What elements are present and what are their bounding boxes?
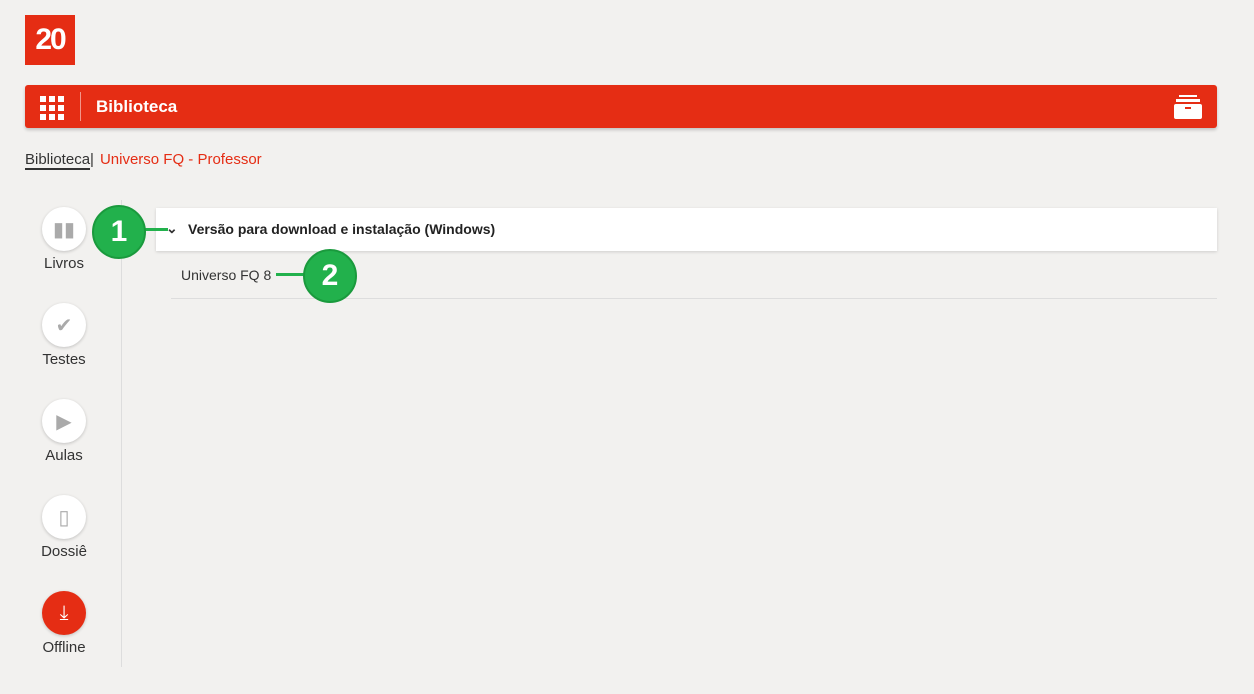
- annotation-badge-2: 2: [303, 249, 357, 303]
- sidebar-item-livros[interactable]: ▮▮ Livros: [25, 207, 103, 272]
- sidebar-item-aulas[interactable]: ▶ Aulas: [25, 399, 103, 464]
- accordion-title: Versão para download e instalação (Windo…: [188, 221, 496, 237]
- sidebar-label: Livros: [43, 255, 84, 272]
- annotation-line: [276, 273, 306, 276]
- apps-grid-icon[interactable]: [40, 96, 64, 120]
- header-bar: Biblioteca: [25, 85, 1217, 128]
- sidebar-divider: [121, 200, 122, 667]
- divider: [80, 92, 81, 121]
- check-icon: ✔: [42, 303, 86, 347]
- sidebar-item-testes[interactable]: ✔ Testes: [25, 303, 103, 368]
- sidebar-label: Testes: [42, 351, 86, 368]
- breadcrumb-biblioteca[interactable]: Biblioteca: [25, 151, 91, 170]
- archive-icon[interactable]: [1173, 95, 1203, 119]
- sidebar-label: Offline: [42, 639, 86, 656]
- download-icon: ⤓: [42, 591, 86, 635]
- sidebar-item-dossie[interactable]: ▯ Dossiê: [25, 495, 103, 560]
- page-title: Biblioteca: [96, 97, 178, 116]
- book-icon: ▮▮: [42, 207, 86, 251]
- annotation-badge-1: 1: [92, 205, 146, 259]
- accordion-header[interactable]: ⌄ Versão para download e instalação (Win…: [156, 208, 1217, 251]
- play-icon: ▶: [42, 399, 86, 443]
- tablet-icon: ▯: [42, 495, 86, 539]
- sidebar-label: Dossiê: [41, 543, 87, 560]
- breadcrumb-current: Universo FQ - Professor: [99, 151, 262, 168]
- list-item-label: Universo FQ 8: [181, 267, 272, 283]
- breadcrumb: Biblioteca| Universo FQ - Professor: [25, 151, 262, 170]
- logo[interactable]: 20: [25, 15, 75, 65]
- sidebar-label: Aulas: [45, 447, 83, 464]
- sidebar-item-offline[interactable]: ⤓ Offline: [25, 591, 103, 656]
